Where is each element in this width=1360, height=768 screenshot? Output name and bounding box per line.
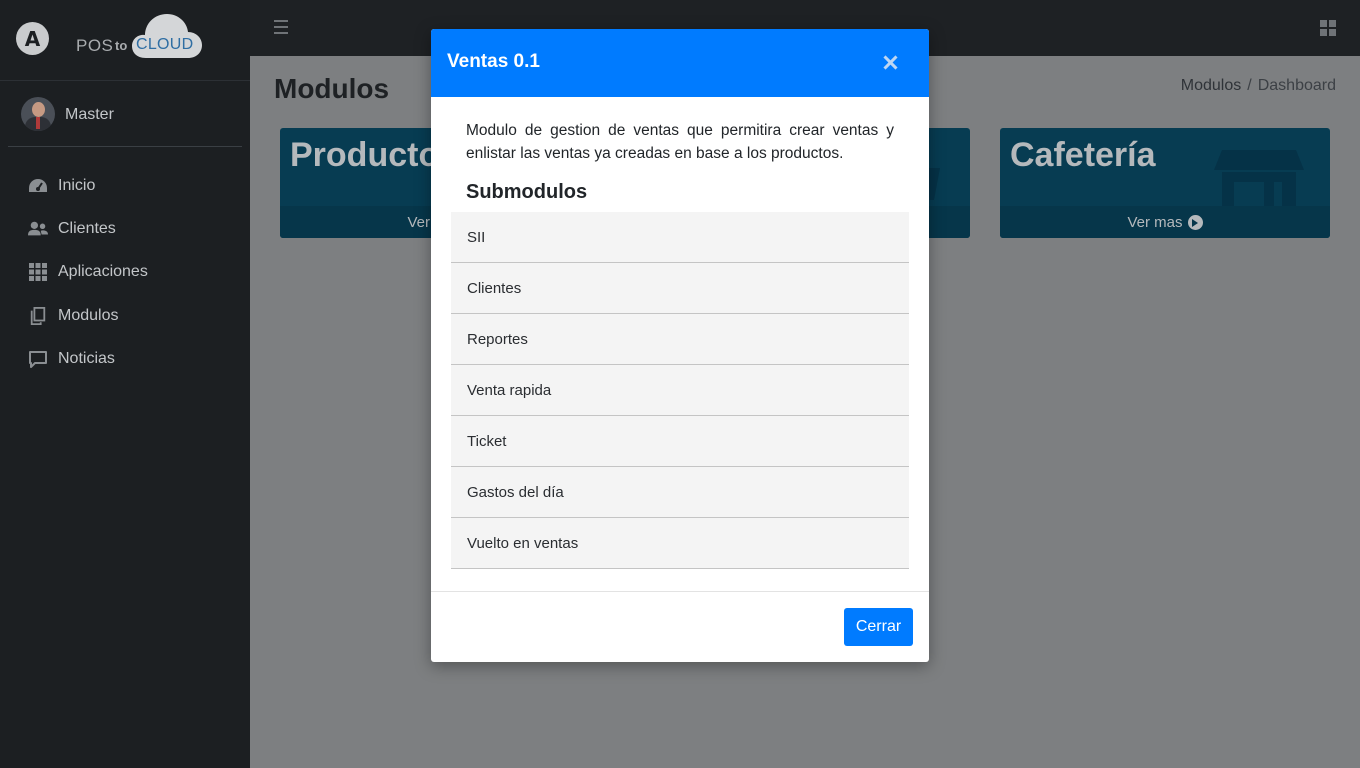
card-footer-label: Ver mas xyxy=(1127,213,1183,231)
sidebar-item-aplicaciones[interactable]: Aplicaciones xyxy=(0,251,250,294)
brand-logo: A xyxy=(16,22,49,55)
sidebar-item-label: Inicio xyxy=(58,176,96,194)
close-button[interactable]: Cerrar xyxy=(844,608,913,646)
sidebar-item-inicio[interactable]: Inicio xyxy=(0,164,250,207)
modal-footer: Cerrar xyxy=(431,591,929,662)
submodules-heading: Submodulos xyxy=(466,181,588,203)
breadcrumb-current: Dashboard xyxy=(1257,77,1336,94)
submodule-item[interactable]: Clientes xyxy=(451,263,909,314)
brand-cloud-text: CLOUD xyxy=(136,36,194,53)
brand-pos-text: POS xyxy=(76,36,114,55)
user-panel[interactable]: Master xyxy=(8,81,242,147)
breadcrumb: Modulos / Dashboard xyxy=(1181,77,1336,95)
module-card-cafeteria[interactable]: Cafetería Ver mas xyxy=(1000,128,1330,238)
sidebar-nav: Inicio Clientes Aplicaciones Modulos Not… xyxy=(0,164,250,380)
card-footer-link[interactable]: Ver mas xyxy=(1000,206,1330,238)
brand-to-text: to xyxy=(115,38,128,53)
sidebar: A POS to CLOUD Master Inicio Clientes Ap… xyxy=(0,0,250,768)
submodules-list: SII Clientes Reportes Venta rapida Ticke… xyxy=(451,212,909,569)
sidebar-item-label: Modulos xyxy=(58,306,119,324)
avatar xyxy=(21,97,55,131)
copy-documents-icon xyxy=(27,306,49,326)
users-icon xyxy=(27,219,49,239)
submodule-item[interactable]: Gastos del día xyxy=(451,467,909,518)
menu-toggle-icon[interactable] xyxy=(274,20,288,34)
card-title: Cafetería xyxy=(1010,136,1156,174)
arrow-circle-right-icon xyxy=(1187,214,1203,230)
modal-header: Ventas 0.1 xyxy=(431,29,929,97)
brand[interactable]: A POS to CLOUD xyxy=(0,0,250,81)
module-modal: Ventas 0.1 Modulo de gestion de ventas q… xyxy=(431,29,929,662)
sidebar-item-label: Aplicaciones xyxy=(58,263,148,281)
sidebar-item-noticias[interactable]: Noticias xyxy=(0,337,250,380)
sidebar-item-clientes[interactable]: Clientes xyxy=(0,207,250,250)
breadcrumb-separator: / xyxy=(1247,77,1252,94)
submodule-item[interactable]: Ticket xyxy=(451,416,909,467)
grid-apps-icon xyxy=(27,262,49,282)
grid-menu-icon[interactable] xyxy=(1320,20,1336,36)
submodule-item[interactable]: Reportes xyxy=(451,314,909,365)
sidebar-item-modulos[interactable]: Modulos xyxy=(0,294,250,337)
chat-bubble-icon xyxy=(27,349,49,369)
brand-logo-letter: A xyxy=(24,26,41,51)
modal-body: Modulo de gestion de ventas que permitir… xyxy=(431,97,929,569)
sidebar-item-label: Clientes xyxy=(58,219,116,237)
breadcrumb-link-modulos[interactable]: Modulos xyxy=(1181,77,1241,94)
modal-description: Modulo de gestion de ventas que permitir… xyxy=(466,122,894,162)
card-title: Producto xyxy=(290,136,440,174)
user-name: Master xyxy=(65,106,114,123)
close-icon[interactable] xyxy=(883,55,897,69)
dashboard-gauge-icon xyxy=(27,176,49,196)
submodule-item[interactable]: Vuelto en ventas xyxy=(451,518,909,569)
submodule-item[interactable]: Venta rapida xyxy=(451,365,909,416)
modal-title: Ventas 0.1 xyxy=(447,51,540,72)
page-title: Modulos xyxy=(274,73,390,104)
sidebar-item-label: Noticias xyxy=(58,349,115,367)
submodule-item[interactable]: SII xyxy=(451,212,909,263)
